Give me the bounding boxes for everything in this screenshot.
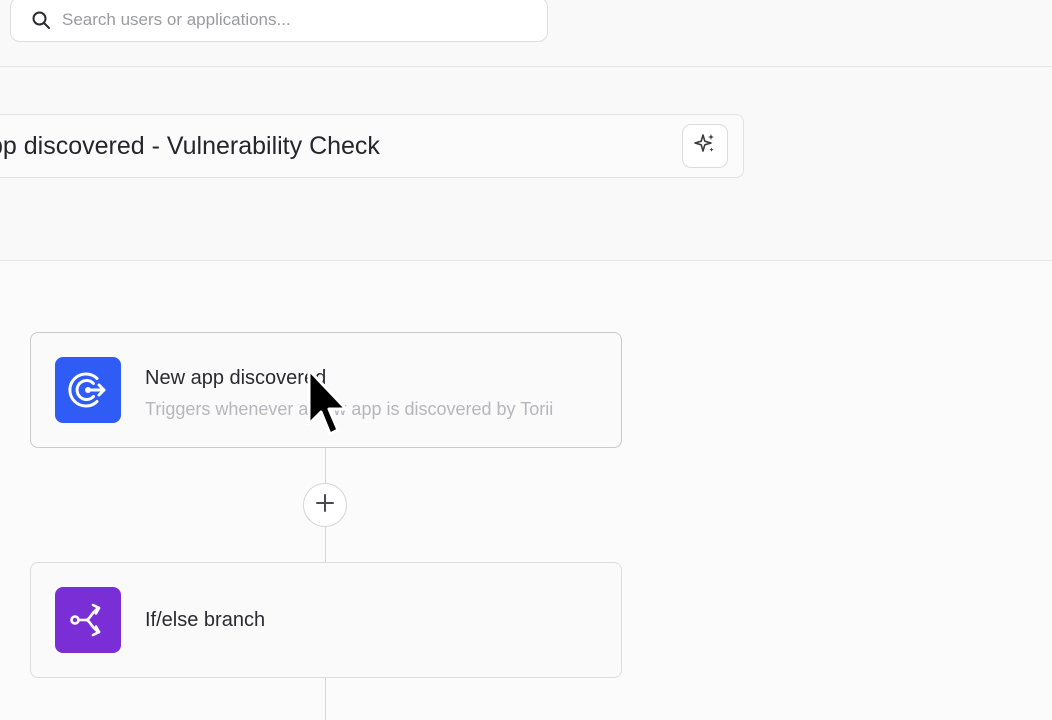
add-step-button[interactable] <box>303 483 347 527</box>
app-discovery-icon <box>55 357 121 423</box>
connector-line <box>325 527 326 563</box>
connector-line <box>325 677 326 720</box>
trigger-node-new-app-discovered[interactable]: New app discovered Triggers whenever a n… <box>30 332 622 448</box>
branch-node-if-else[interactable]: If/else branch <box>30 562 622 678</box>
ai-assist-button[interactable] <box>682 124 728 168</box>
sparkles-icon <box>693 132 717 161</box>
node-title: If/else branch <box>145 609 266 631</box>
node-description: Triggers whenever a new app is discovere… <box>145 399 554 419</box>
connector-line <box>325 447 326 483</box>
search-icon <box>30 9 52 31</box>
search-input[interactable] <box>60 8 504 31</box>
plus-icon <box>315 493 335 518</box>
node-title: New app discovered <box>145 367 327 389</box>
top-bar <box>0 0 1052 67</box>
workflow-title[interactable]: pp discovered - Vulnerability Check <box>0 132 380 161</box>
workflow-title-bar: pp discovered - Vulnerability Check <box>0 114 744 178</box>
search-box[interactable] <box>10 0 548 42</box>
branch-icon <box>55 587 121 653</box>
